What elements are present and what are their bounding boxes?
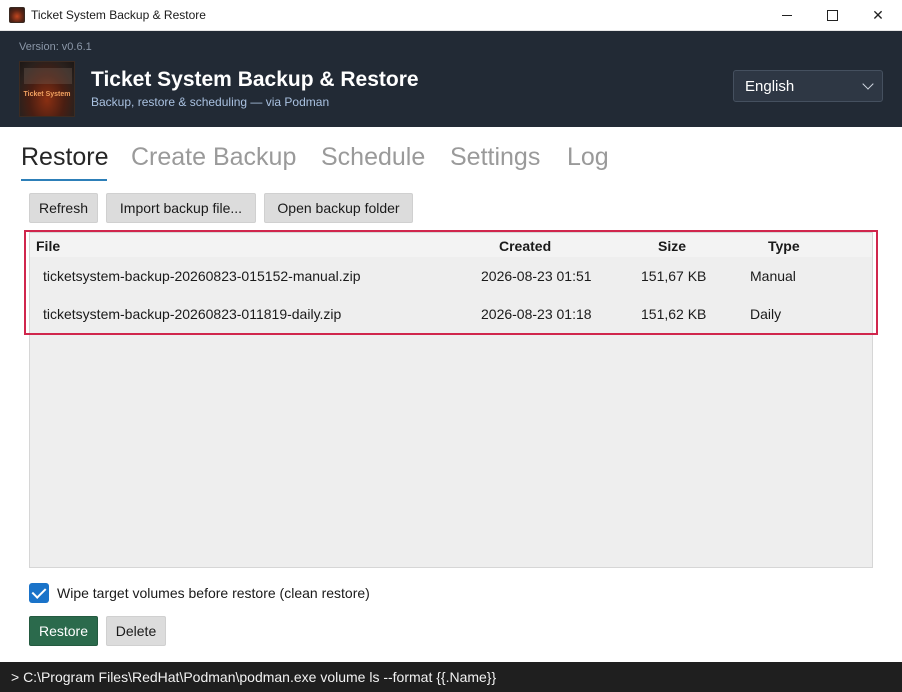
maximize-button[interactable]: [809, 0, 855, 31]
open-backup-folder-button[interactable]: Open backup folder: [264, 193, 413, 223]
import-backup-button[interactable]: Import backup file...: [106, 193, 256, 223]
cell-file: ticketsystem-backup-20260823-015152-manu…: [43, 268, 361, 284]
tab-log[interactable]: Log: [567, 143, 609, 172]
app-logo: Ticket System: [19, 61, 75, 117]
tab-restore[interactable]: Restore: [21, 143, 109, 172]
tab-settings[interactable]: Settings: [450, 143, 540, 172]
app-header: Version: v0.6.1 Ticket System Ticket Sys…: [0, 31, 902, 127]
language-value: English: [745, 78, 795, 95]
window-title: Ticket System Backup & Restore: [31, 8, 206, 22]
language-select[interactable]: English: [733, 70, 883, 102]
close-button[interactable]: ✕: [855, 0, 901, 31]
cell-size: 151,67 KB: [641, 268, 707, 284]
cell-file: ticketsystem-backup-20260823-011819-dail…: [43, 306, 342, 322]
column-header-size[interactable]: Size: [658, 238, 686, 254]
app-icon: [9, 7, 25, 23]
active-tab-indicator: [21, 179, 107, 181]
column-header-file[interactable]: File: [36, 238, 60, 254]
app-title: Ticket System Backup & Restore: [91, 68, 419, 91]
restore-button[interactable]: Restore: [29, 616, 98, 646]
version-label: Version: v0.6.1: [19, 41, 92, 53]
cell-type: Daily: [750, 306, 782, 322]
wipe-volumes-label[interactable]: Wipe target volumes before restore (clea…: [57, 585, 370, 601]
table-row[interactable]: ticketsystem-backup-20260823-015152-manu…: [30, 257, 872, 295]
console-output: > C:\Program Files\RedHat\Podman\podman.…: [0, 662, 902, 692]
app-subtitle: Backup, restore & scheduling — via Podma…: [91, 95, 330, 109]
logo-text: Ticket System: [23, 91, 71, 98]
table-header: File Created Size Type: [30, 233, 872, 258]
tab-create-backup[interactable]: Create Backup: [131, 143, 296, 172]
delete-button[interactable]: Delete: [106, 616, 166, 646]
refresh-button[interactable]: Refresh: [29, 193, 98, 223]
column-header-type[interactable]: Type: [768, 238, 800, 254]
cell-created: 2026-08-23 01:51: [481, 268, 592, 284]
minimize-button[interactable]: [764, 0, 810, 31]
cell-type: Manual: [750, 268, 796, 284]
wipe-volumes-checkbox[interactable]: [29, 583, 49, 603]
table-row[interactable]: ticketsystem-backup-20260823-011819-dail…: [30, 295, 872, 333]
cell-size: 151,62 KB: [641, 306, 707, 322]
title-bar: Ticket System Backup & Restore ✕: [0, 0, 902, 31]
console-text: > C:\Program Files\RedHat\Podman\podman.…: [11, 669, 497, 685]
column-header-created[interactable]: Created: [499, 238, 551, 254]
cell-created: 2026-08-23 01:18: [481, 306, 592, 322]
backup-table[interactable]: File Created Size Type ticketsystem-back…: [29, 232, 873, 568]
tab-schedule[interactable]: Schedule: [321, 143, 425, 172]
chevron-down-icon: [862, 78, 874, 90]
